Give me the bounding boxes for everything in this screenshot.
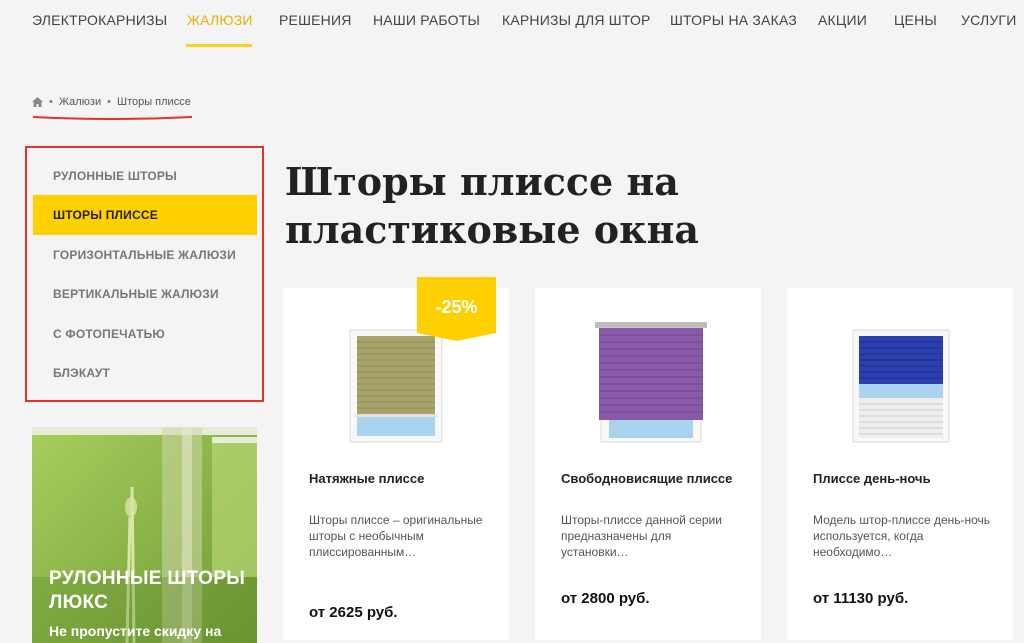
product-description: Модель штор-плиссе день-ночь используетс… <box>813 513 991 559</box>
product-price: от 2625 руб. <box>309 604 398 621</box>
nav-item-our-works[interactable]: НАШИ РАБОТЫ <box>373 12 480 28</box>
promo-banner[interactable]: РУЛОННЫЕ ШТОРЫ ЛЮКС Не пропустите скидку… <box>32 427 257 643</box>
sidebar-item-vertical-blinds[interactable]: ВЕРТИКАЛЬНЫЕ ЖАЛЮЗИ <box>33 274 257 314</box>
top-navigation: ЭЛЕКТРОКАРНИЗЫ ЖАЛЮЗИ РЕШЕНИЯ НАШИ РАБОТ… <box>0 0 1024 48</box>
product-name[interactable]: Натяжные плиссе <box>309 468 489 489</box>
home-icon[interactable] <box>32 97 43 107</box>
nav-item-custom-curtains[interactable]: ШТОРЫ НА ЗАКАЗ <box>670 12 797 28</box>
nav-item-blinds[interactable]: ЖАЛЮЗИ <box>187 12 253 28</box>
breadcrumb: • Жалюзи • Шторы плиссе <box>32 96 191 108</box>
promo-subtitle: Не пропустите скидку на <box>49 623 222 639</box>
nav-item-electrocornices[interactable]: ЭЛЕКТРОКАРНИЗЫ <box>32 12 167 28</box>
breadcrumb-separator: • <box>49 96 53 108</box>
sidebar-item-photo-print[interactable]: С ФОТОПЕЧАТЬЮ <box>33 314 257 354</box>
sidebar-item-blackout[interactable]: БЛЭКАУТ <box>33 353 257 393</box>
sidebar-category-menu: РУЛОННЫЕ ШТОРЫ ШТОРЫ ПЛИССЕ ГОРИЗОНТАЛЬН… <box>25 146 264 402</box>
sidebar-item-pleated-blinds[interactable]: ШТОРЫ ПЛИССЕ <box>33 195 257 235</box>
breadcrumb-separator: • <box>107 96 111 108</box>
product-description: Шторы плиссе – оригинальные шторы с необ… <box>309 513 483 559</box>
product-price: от 2800 руб. <box>561 590 650 607</box>
sidebar-item-horizontal-blinds[interactable]: ГОРИЗОНТАЛЬНЫЕ ЖАЛЮЗИ <box>33 235 257 275</box>
nav-item-prices[interactable]: ЦЕНЫ <box>894 12 937 28</box>
product-card[interactable]: Свободновисящие плиссе Шторы-плиссе данн… <box>535 288 761 640</box>
promo-title: РУЛОННЫЕ ШТОРЫ ЛЮКС <box>49 568 246 613</box>
sidebar-item-roller-blinds[interactable]: РУЛОННЫЕ ШТОРЫ <box>33 156 257 196</box>
product-image <box>595 322 707 443</box>
breadcrumb-current: Шторы плиссе <box>116 96 191 108</box>
breadcrumb-link-blinds[interactable]: Жалюзи <box>59 96 101 108</box>
product-card[interactable]: Плиссе день-ночь Модель штор-плиссе день… <box>787 288 1013 640</box>
product-price: от 11130 руб. <box>813 590 909 607</box>
nav-item-services[interactable]: УСЛУГИ <box>961 12 1016 28</box>
nav-item-curtain-cornices[interactable]: КАРНИЗЫ ДЛЯ ШТОР <box>502 12 651 28</box>
product-image <box>852 329 950 443</box>
nav-item-solutions[interactable]: РЕШЕНИЯ <box>279 12 352 28</box>
discount-badge-label: -25% <box>435 297 478 317</box>
product-description: Шторы-плиссе данной серии предназначены … <box>561 513 722 559</box>
nav-item-promotions[interactable]: АКЦИИ <box>818 12 867 28</box>
product-name[interactable]: Свободновисящие плиссе <box>561 468 741 489</box>
page-title: Шторы плиссе на пластиковые окна <box>285 159 700 252</box>
product-name[interactable]: Плиссе день-ночь <box>813 468 993 489</box>
active-nav-underline <box>186 44 252 47</box>
annotation-underline <box>32 116 193 120</box>
